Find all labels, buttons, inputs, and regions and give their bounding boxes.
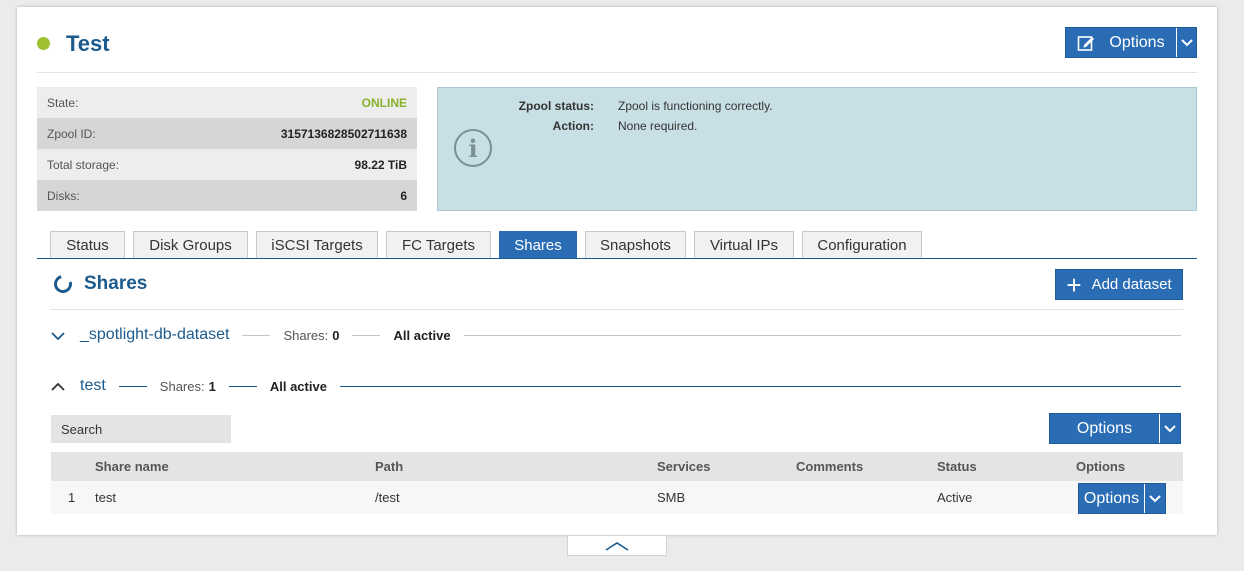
dataset-line xyxy=(339,385,1181,387)
action-value: None required. xyxy=(618,119,698,133)
info-label: State: xyxy=(47,95,79,110)
info-row-total-storage: Total storage: 98.22 TiB xyxy=(37,149,417,180)
tab-disk-groups[interactable]: Disk Groups xyxy=(133,231,248,259)
info-value: 98.22 TiB xyxy=(354,157,407,172)
row-options-button[interactable]: Options xyxy=(1078,483,1166,514)
info-label: Total storage: xyxy=(47,157,120,172)
column-header[interactable]: Path xyxy=(375,452,403,481)
tab-configuration[interactable]: Configuration xyxy=(802,231,922,259)
chevron-down-icon xyxy=(1149,494,1161,502)
dataset-state: All active xyxy=(269,378,327,394)
tab-virtual-ips[interactable]: Virtual IPs xyxy=(694,231,794,259)
shares-title: Shares xyxy=(84,273,148,294)
tab-underline xyxy=(37,258,1197,259)
dataset-line xyxy=(463,334,1181,336)
info-row-state: State: ONLINE xyxy=(37,87,417,118)
row-options-label: Options xyxy=(1083,489,1140,507)
tab-iscsi-targets[interactable]: iSCSI Targets xyxy=(256,231,378,259)
pool-panel: Test Options State: ONLINE Zpool ID: 315… xyxy=(17,7,1217,535)
dataset-row: test Shares: 1 All active xyxy=(50,376,1181,396)
table-header: Share name Path Services Comments Status… xyxy=(51,452,1183,481)
dataset-shares-count: Shares: 0 xyxy=(283,327,340,343)
dataset-separator xyxy=(352,334,381,336)
shares-options-dropdown[interactable] xyxy=(1159,414,1180,443)
scroll-to-top-button[interactable] xyxy=(567,536,667,556)
table-row[interactable]: 1 test /test SMB Active Options xyxy=(51,481,1183,514)
tab-snapshots[interactable]: Snapshots xyxy=(585,231,686,259)
pool-info-table: State: ONLINE Zpool ID: 3157136828502711… xyxy=(37,87,417,211)
pool-options-button[interactable]: Options xyxy=(1065,27,1197,58)
add-dataset-label: Add dataset xyxy=(1091,276,1172,293)
info-label: Disks: xyxy=(47,188,80,203)
zpool-status-box: i Zpool status: Zpool is functioning cor… xyxy=(437,87,1197,211)
column-header[interactable]: Services xyxy=(657,452,711,481)
column-header: Options xyxy=(1076,459,1126,474)
share-path: /test xyxy=(375,490,400,505)
pool-options-dropdown[interactable] xyxy=(1176,28,1196,57)
refresh-icon xyxy=(50,271,76,297)
share-status: Active xyxy=(937,490,973,505)
chevron-down-icon xyxy=(1164,424,1176,432)
dataset-separator xyxy=(228,385,257,387)
header-divider xyxy=(37,72,1197,73)
zpool-status-value: Zpool is functioning correctly. xyxy=(618,99,773,113)
share-name: test xyxy=(95,490,116,505)
dataset-separator xyxy=(118,385,147,387)
info-row-disks: Disks: 6 xyxy=(37,180,417,211)
info-row-zpool-id: Zpool ID: 3157136828502711638 xyxy=(37,118,417,149)
shares-table: Share name Path Services Comments Status… xyxy=(51,452,1183,514)
shares-divider xyxy=(50,309,1183,310)
tab-fc-targets[interactable]: FC Targets xyxy=(386,231,491,259)
edit-icon xyxy=(1078,35,1095,51)
info-value: 3157136828502711638 xyxy=(280,126,407,141)
pool-tabs: Status Disk Groups iSCSI Targets FC Targ… xyxy=(50,231,922,259)
info-circle-icon: i xyxy=(454,129,492,167)
column-header[interactable]: Status xyxy=(937,452,977,481)
info-label: Zpool ID: xyxy=(47,126,96,141)
dataset-separator xyxy=(242,334,271,336)
column-header[interactable]: Comments xyxy=(796,452,863,481)
dataset-name[interactable]: test xyxy=(80,377,106,395)
plus-icon: + xyxy=(1066,269,1082,300)
column-header[interactable]: Share name xyxy=(95,452,169,481)
row-options-dropdown[interactable] xyxy=(1144,484,1165,513)
chevron-up-icon xyxy=(605,541,629,551)
chevron-down-icon xyxy=(1180,38,1193,46)
search-input[interactable] xyxy=(51,415,231,443)
info-value: ONLINE xyxy=(361,95,407,110)
add-dataset-button[interactable]: + Add dataset xyxy=(1055,269,1183,300)
chevron-down-icon[interactable] xyxy=(50,327,66,343)
dataset-state: All active xyxy=(393,327,451,343)
share-services: SMB xyxy=(657,490,686,505)
row-index: 1 xyxy=(68,490,76,505)
tab-shares[interactable]: Shares xyxy=(499,231,577,259)
zpool-status-label: Zpool status: xyxy=(518,99,594,113)
tab-status[interactable]: Status xyxy=(50,231,125,259)
dataset-shares-count: Shares: 1 xyxy=(159,378,216,394)
pool-status-indicator xyxy=(37,37,50,50)
shares-options-button[interactable]: Options xyxy=(1049,413,1181,444)
chevron-up-icon[interactable] xyxy=(50,378,66,394)
dataset-name[interactable]: _spotlight-db-dataset xyxy=(80,326,229,344)
action-label: Action: xyxy=(552,119,594,133)
dataset-row: _spotlight-db-dataset Shares: 0 All activ… xyxy=(50,325,1181,345)
shares-options-label: Options xyxy=(1076,419,1133,437)
pool-title: Test xyxy=(66,31,110,56)
pool-options-label: Options xyxy=(1109,33,1165,51)
info-value: 6 xyxy=(400,188,407,203)
